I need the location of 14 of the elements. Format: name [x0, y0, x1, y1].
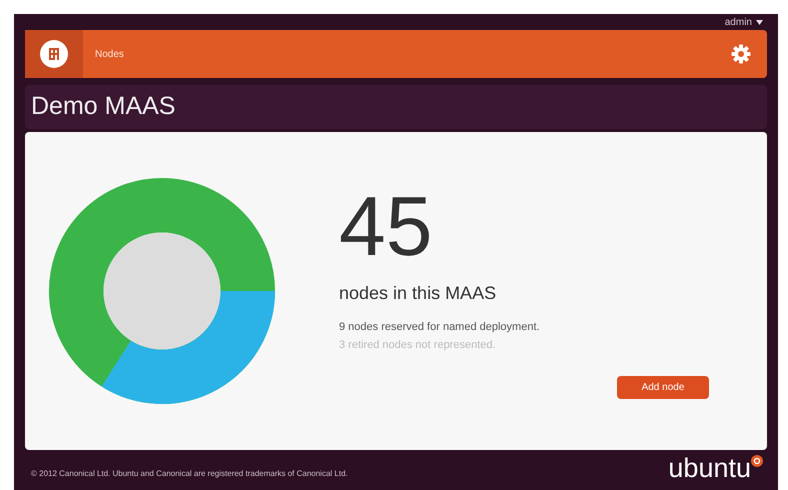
- node-count: 45: [339, 184, 434, 268]
- building-icon: [40, 40, 68, 68]
- ubuntu-logo[interactable]: ubuntu: [668, 455, 751, 482]
- add-node-button[interactable]: Add node: [617, 376, 709, 398]
- caret-icon: [756, 20, 763, 24]
- home-tab[interactable]: [25, 30, 83, 78]
- count-label: nodes in this MAAS: [339, 282, 498, 304]
- page-title: Demo MAAS: [31, 91, 176, 122]
- copyright-text: © 2012 Canonical Ltd. Ubuntu and Canonical are registered trademarks of Canonical Ltd.: [31, 468, 348, 480]
- circle-of-friends-icon: [751, 455, 763, 467]
- retired-note: 3 retired nodes not represented.: [339, 338, 497, 353]
- reserved-note: 9 nodes reserved for named deployment.: [339, 320, 541, 334]
- settings-icon[interactable]: [731, 44, 751, 64]
- user-menu[interactable]: admin: [724, 14, 752, 30]
